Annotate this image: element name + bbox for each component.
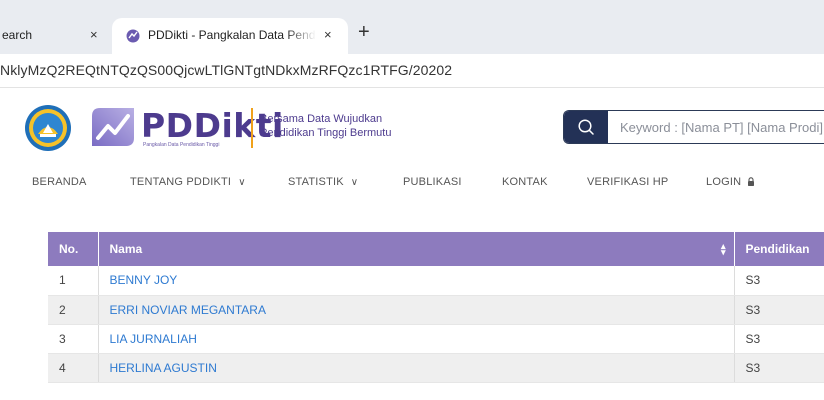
new-tab-button[interactable]: + xyxy=(358,22,370,42)
search-button[interactable] xyxy=(564,111,608,143)
nav-item-login[interactable]: LOGIN xyxy=(706,176,755,188)
search-bar xyxy=(563,110,824,144)
nav-item-kontak[interactable]: KONTAK xyxy=(502,176,548,188)
nav-item-label: BERANDA xyxy=(32,176,87,188)
dosen-table: No. Nama ▴ ▾ Pendidikan 1 BENNY JOY S3 2 … xyxy=(48,232,824,383)
table-row: 2 ERRI NOVIAR MEGANTARA S3 xyxy=(48,295,824,325)
header-no[interactable]: No. xyxy=(48,232,99,266)
tagline: Bersama Data Wujudkan Pendidikan Tinggi … xyxy=(260,112,391,140)
nav-item-verifikasi-hp[interactable]: VERIFIKASI HP xyxy=(587,176,668,188)
dosen-name-link[interactable]: BENNY JOY xyxy=(110,273,178,287)
cell-pendidikan: S3 xyxy=(734,324,824,354)
header-pendidikan[interactable]: Pendidikan xyxy=(734,232,824,266)
pddikti-favicon-icon xyxy=(126,29,140,43)
nav-item-label: PUBLIKASI xyxy=(403,176,462,188)
nav-item-label: VERIFIKASI HP xyxy=(587,176,669,188)
cell-nama: HERLINA AGUSTIN xyxy=(98,353,735,383)
tab-title: PDDikti - Pangkalan Data Pendidikan Ting… xyxy=(148,28,316,42)
cell-pendidikan: S3 xyxy=(734,353,824,383)
tagline-line-1: Bersama Data Wujudkan xyxy=(260,113,383,125)
header-nama-label: Nama xyxy=(109,242,143,256)
table-header-row: No. Nama ▴ ▾ Pendidikan xyxy=(48,232,824,266)
tab-close-icon[interactable]: × xyxy=(324,27,332,42)
nav-item-label: TENTANG PDDIKTI xyxy=(130,176,232,188)
browser-tab-strip: earch × PDDikti - Pangkalan Data Pendidi… xyxy=(0,0,824,54)
cell-pendidikan: S3 xyxy=(734,295,824,325)
sort-icon[interactable]: ▴ ▾ xyxy=(721,242,726,257)
main-nav: BERANDA TENTANG PDDIKTI ∨ STATISTIK ∨ PUBL… xyxy=(0,172,824,194)
pddikti-logo-icon[interactable] xyxy=(88,104,138,150)
cell-no: 1 xyxy=(48,266,99,296)
dosen-name-link[interactable]: ERRI NOVIAR MEGANTARA xyxy=(110,303,266,317)
browser-tab-previous[interactable]: earch × xyxy=(0,18,112,54)
browser-tab-active[interactable]: PDDikti - Pangkalan Data Pendidikan Ting… xyxy=(112,18,348,54)
cell-no: 2 xyxy=(48,295,99,325)
brand-subtitle: Pangkalan Data Pendidikan Tinggi xyxy=(143,142,220,148)
lock-icon xyxy=(747,177,754,186)
nav-item-label: LOGIN xyxy=(706,176,742,188)
tab-title: earch xyxy=(2,28,33,42)
nav-item-statistik[interactable]: STATISTIK ∨ xyxy=(288,176,358,188)
cell-nama: BENNY JOY xyxy=(98,266,735,296)
nav-item-beranda[interactable]: BERANDA xyxy=(32,176,87,188)
cell-no: 3 xyxy=(48,324,99,354)
cell-nama: ERRI NOVIAR MEGANTARA xyxy=(98,295,735,325)
table-row: 1 BENNY JOY S3 xyxy=(48,266,824,296)
tab-close-icon[interactable]: × xyxy=(90,27,98,42)
nav-item-label: STATISTIK xyxy=(288,176,344,188)
table-row: 4 HERLINA AGUSTIN S3 xyxy=(48,353,824,383)
search-input[interactable] xyxy=(608,111,824,143)
nav-item-publikasi[interactable]: PUBLIKASI xyxy=(403,176,462,188)
chevron-down-icon: ∨ xyxy=(238,177,246,188)
cell-nama: LIA JURNALIAH xyxy=(98,324,735,354)
kemdikbud-logo-icon[interactable] xyxy=(24,104,72,152)
cell-no: 4 xyxy=(48,353,99,383)
dosen-name-link[interactable]: HERLINA AGUSTIN xyxy=(110,361,217,375)
url-text[interactable]: NklyMzQ2REQtNTQzQS00QjcwLTlGNTgtNDkxMzRF… xyxy=(0,62,452,78)
address-bar[interactable]: NklyMzQ2REQtNTQzQS00QjcwLTlGNTgtNDkxMzRF… xyxy=(0,54,824,88)
search-icon xyxy=(578,119,594,135)
nav-item-tentang-pddikti[interactable]: TENTANG PDDIKTI ∨ xyxy=(130,176,246,188)
site-header: PDDikti Pangkalan Data Pendidikan Tinggi… xyxy=(0,90,824,170)
brand-divider xyxy=(251,108,253,148)
nav-item-label: KONTAK xyxy=(502,176,548,188)
tagline-line-2: Pendidikan Tinggi Bermutu xyxy=(260,127,392,139)
chevron-down-icon: ∨ xyxy=(350,177,359,188)
dosen-name-link[interactable]: LIA JURNALIAH xyxy=(110,332,197,346)
header-nama[interactable]: Nama ▴ ▾ xyxy=(98,232,735,266)
table-row: 3 LIA JURNALIAH S3 xyxy=(48,324,824,354)
cell-pendidikan: S3 xyxy=(734,266,824,296)
